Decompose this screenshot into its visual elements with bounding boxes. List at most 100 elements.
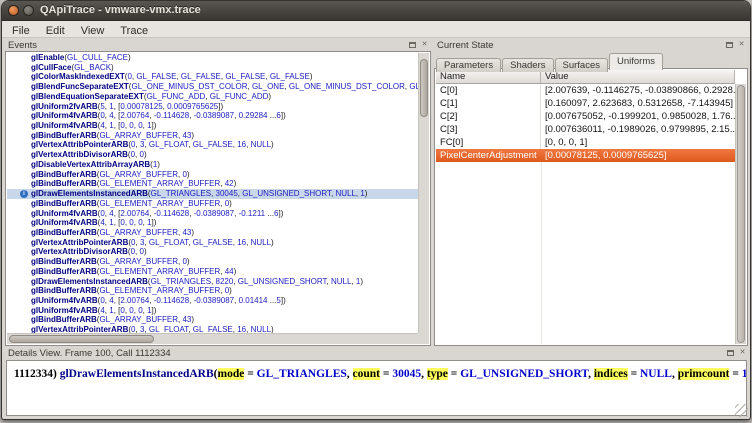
events-close-icon[interactable]: ✕ <box>420 41 429 50</box>
event-call-text: glVertexAttribDivisorARB(0, 0) <box>31 150 147 159</box>
uniform-value: [0.160097, 2.623683, 0.5312658, -7.14394… <box>541 97 735 110</box>
event-row[interactable]: glBlendEquationSeparateEXT(GL_FUNC_ADD, … <box>7 92 418 102</box>
uniform-row[interactable]: C[1][0.160097, 2.623683, 0.5312658, -7.1… <box>436 97 735 110</box>
uniforms-vertical-scrollbar[interactable] <box>735 84 746 344</box>
event-row[interactable]: glUniform4fvARB(4, 1, [0, 0, 0, 1]) <box>7 121 418 131</box>
event-call-text: glUniform4fvARB(0, 4, [2.00764, -0.11462… <box>31 296 286 305</box>
event-row[interactable]: glEnable(GL_CULL_FACE) <box>7 53 418 63</box>
event-row[interactable]: glBindBufferARB(GL_ELEMENT_ARRAY_BUFFER,… <box>7 286 418 296</box>
detail-segment-val: NULL <box>640 368 672 380</box>
event-row[interactable]: glUniform4fvARB(0, 4, [2.00764, -0.11462… <box>7 296 418 306</box>
menu-trace[interactable]: Trace <box>112 23 156 39</box>
detail-segment-pl: , <box>347 368 353 380</box>
event-call-text: glVertexAttribPointerARB(0, 3, GL_FLOAT,… <box>31 140 274 149</box>
uniform-row[interactable]: C[3][0.007636011, -0.1989026, 0.9799895,… <box>436 123 735 136</box>
info-icon: i <box>20 190 28 198</box>
tab-parameters[interactable]: Parameters <box>436 58 501 72</box>
tab-shaders[interactable]: Shaders <box>502 58 553 72</box>
uniform-name: C[1] <box>436 97 541 110</box>
event-call-text: glDisableVertexAttribArrayARB(1) <box>31 160 160 169</box>
events-panel-header: Events ✕ <box>5 40 431 51</box>
event-row[interactable]: glCullFace(GL_BACK) <box>7 63 418 73</box>
event-row[interactable]: glDrawElementsInstancedARB(GL_TRIANGLES,… <box>7 277 418 287</box>
details-panel: Details View. Frame 100, Call 1112334 ✕ … <box>5 348 749 418</box>
menu-bar: FileEditViewTrace <box>2 21 750 38</box>
event-call-text: glDrawElementsInstancedARB(GL_TRIANGLES,… <box>31 189 367 198</box>
title-bar[interactable]: QApiTrace - vmware-vmx.trace <box>2 1 750 21</box>
events-horizontal-scrollbar-thumb[interactable] <box>9 335 154 343</box>
detail-segment-pl: = <box>244 368 256 380</box>
close-window-button[interactable] <box>8 5 19 16</box>
events-vertical-scrollbar[interactable] <box>418 53 429 333</box>
event-call-text: glBindBufferARB(GL_ELEMENT_ARRAY_BUFFER,… <box>31 179 236 188</box>
events-panel: Events ✕ glEnable(GL_CULL_FACE)glCullFac… <box>5 40 431 346</box>
window-buttons <box>8 5 34 16</box>
event-row[interactable]: glVertexAttribPointerARB(0, 3, GL_FLOAT,… <box>7 140 418 150</box>
event-row[interactable]: glVertexAttribDivisorARB(0, 0) <box>7 247 418 257</box>
tab-uniforms[interactable]: Uniforms <box>609 53 663 70</box>
events-vertical-scrollbar-thumb[interactable] <box>420 59 428 117</box>
detail-segment-val: 1 <box>742 368 746 380</box>
event-row[interactable]: iglDrawElementsInstancedARB(GL_TRIANGLES… <box>7 189 418 199</box>
detail-segment-idx: 1112334) <box>14 368 60 380</box>
uniforms-vertical-scrollbar-thumb[interactable] <box>737 85 745 343</box>
app-window: QApiTrace - vmware-vmx.trace FileEditVie… <box>1 0 751 420</box>
call-details-text: 1112334) glDrawElementsInstancedARB(mode… <box>7 361 746 380</box>
event-row[interactable]: glUniform4fvARB(0, 4, [2.00764, -0.11462… <box>7 209 418 219</box>
uniform-row[interactable]: C[2][0.007675052, -0.1999201, 0.9850028,… <box>436 110 735 123</box>
detail-segment-arg: primcount <box>678 368 730 380</box>
column-header-value[interactable]: Value <box>541 70 735 84</box>
events-float-icon[interactable] <box>408 41 417 50</box>
uniforms-table-header: Name Value <box>436 70 735 84</box>
uniform-name: C[0] <box>436 84 541 97</box>
menu-view[interactable]: View <box>73 23 113 39</box>
details-panel-header: Details View. Frame 100, Call 1112334 ✕ <box>5 348 749 359</box>
event-row[interactable]: glBindBufferARB(GL_ARRAY_BUFFER, 43) <box>7 131 418 141</box>
detail-segment-pl: , <box>588 368 594 380</box>
detail-segment-val: GL_TRIANGLES <box>257 368 347 380</box>
details-view[interactable]: 1112334) glDrawElementsInstancedARB(mode… <box>6 360 747 416</box>
state-close-icon[interactable]: ✕ <box>737 41 746 50</box>
event-row[interactable]: glUniform2fvARB(5, 1, [0.00078125, 0.000… <box>7 102 418 112</box>
details-close-icon[interactable]: ✕ <box>738 349 747 358</box>
event-call-text: glDrawElementsInstancedARB(GL_TRIANGLES,… <box>31 277 363 286</box>
event-row[interactable]: glVertexAttribPointerARB(0, 3, GL_FLOAT,… <box>7 325 418 333</box>
column-header-name[interactable]: Name <box>436 70 541 84</box>
event-row[interactable]: glBindBufferARB(GL_ELEMENT_ARRAY_BUFFER,… <box>7 199 418 209</box>
event-row[interactable]: glDisableVertexAttribArrayARB(1) <box>7 160 418 170</box>
event-row[interactable]: glBlendFuncSeparateEXT(GL_ONE_MINUS_DST_… <box>7 82 418 92</box>
uniform-row[interactable]: C[0][2.007639, -0.1146275, -0.03890866, … <box>436 84 735 97</box>
detail-segment-pl: = <box>628 368 640 380</box>
event-call-text: glBindBufferARB(GL_ARRAY_BUFFER, 43) <box>31 228 194 237</box>
state-float-icon[interactable] <box>725 41 734 50</box>
uniform-value: [0.007636011, -0.1989026, 0.9799895, 2.1… <box>541 123 735 136</box>
event-call-text: glVertexAttribPointerARB(0, 3, GL_FLOAT,… <box>31 238 274 247</box>
event-row[interactable]: glUniform4fvARB(4, 1, [0, 0, 0, 1]) <box>7 306 418 316</box>
details-float-icon[interactable] <box>726 349 735 358</box>
menu-file[interactable]: File <box>4 23 38 39</box>
event-row[interactable]: glUniform4fvARB(4, 1, [0, 0, 0, 1]) <box>7 218 418 228</box>
resize-grip[interactable] <box>735 404 748 417</box>
uniform-row[interactable]: PixelCenterAdjustment[0.00078125, 0.0009… <box>436 149 735 162</box>
event-row[interactable]: glBindBufferARB(GL_ARRAY_BUFFER, 0) <box>7 170 418 180</box>
event-row[interactable]: glBindBufferARB(GL_ARRAY_BUFFER, 0) <box>7 257 418 267</box>
detail-segment-arg: indices <box>594 368 628 380</box>
event-call-text: glUniform2fvARB(5, 1, [0.00078125, 0.000… <box>31 102 223 111</box>
menu-edit[interactable]: Edit <box>38 23 73 39</box>
event-row[interactable]: glBindBufferARB(GL_ARRAY_BUFFER, 43) <box>7 315 418 325</box>
event-row[interactable]: glBindBufferARB(GL_ELEMENT_ARRAY_BUFFER,… <box>7 267 418 277</box>
current-state-panel: Current State ✕ ParametersShadersSurface… <box>434 40 748 346</box>
event-row[interactable]: glUniform4fvARB(0, 4, [2.00764, -0.11462… <box>7 111 418 121</box>
uniform-row[interactable]: FC[0][0, 0, 0, 1] <box>436 136 735 149</box>
event-row[interactable]: glVertexAttribDivisorARB(0, 0) <box>7 150 418 160</box>
event-call-text: glBlendFuncSeparateEXT(GL_ONE_MINUS_DST_… <box>31 82 418 91</box>
event-row[interactable]: glBindBufferARB(GL_ELEMENT_ARRAY_BUFFER,… <box>7 179 418 189</box>
detail-segment-pl: = <box>448 368 460 380</box>
events-horizontal-scrollbar[interactable] <box>7 333 418 344</box>
event-row[interactable]: glBindBufferARB(GL_ARRAY_BUFFER, 43) <box>7 228 418 238</box>
details-panel-title: Details View. Frame 100, Call 1112334 <box>8 348 171 359</box>
event-row[interactable]: glVertexAttribPointerARB(0, 3, GL_FLOAT,… <box>7 238 418 248</box>
event-row[interactable]: glColorMaskIndexedEXT(0, GL_FALSE, GL_FA… <box>7 72 418 82</box>
maximize-window-button[interactable] <box>23 5 34 16</box>
tab-surfaces[interactable]: Surfaces <box>555 58 609 72</box>
